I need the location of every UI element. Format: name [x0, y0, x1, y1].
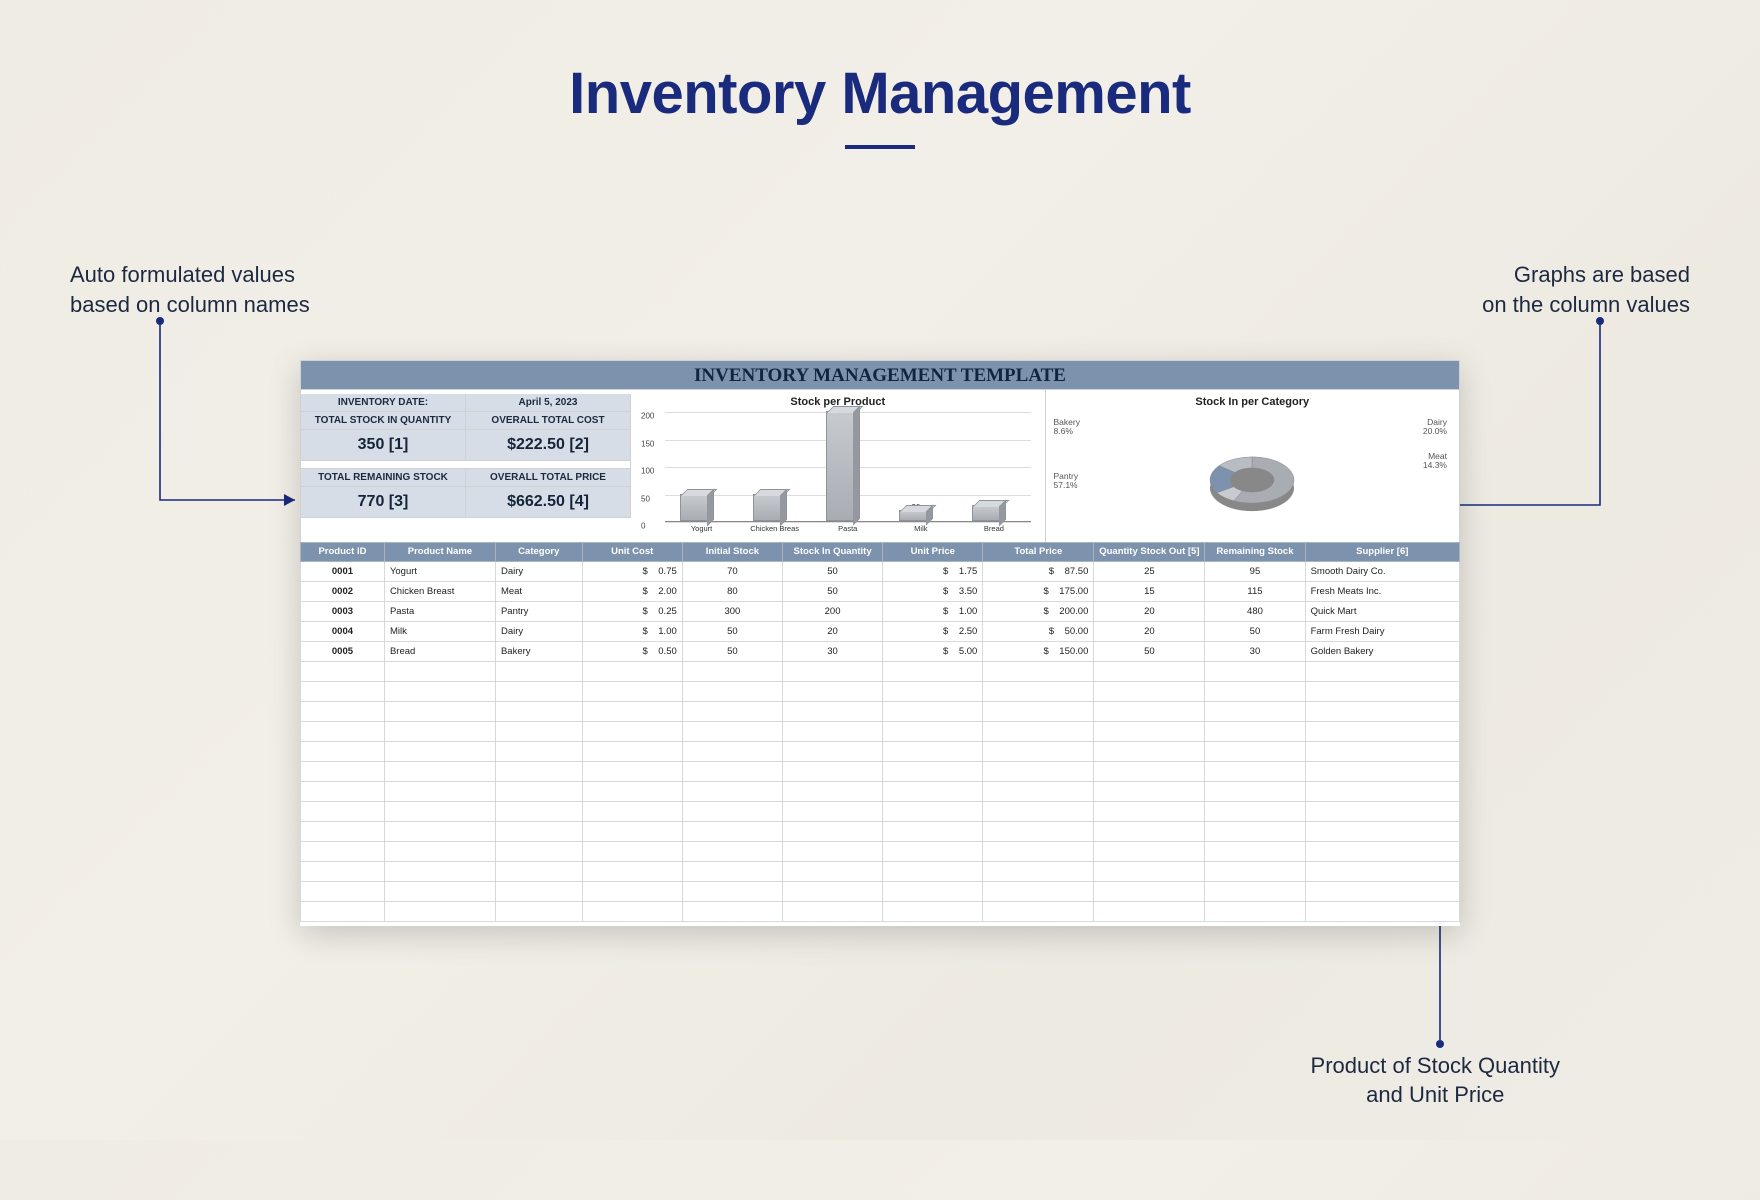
remaining-stock-value: 770 [3] — [301, 487, 466, 518]
annotation-left: Auto formulated valuesbased on column na… — [70, 260, 310, 319]
annotation-right: Graphs are basedon the column values — [1482, 260, 1690, 319]
donut-chart-title: Stock In per Category — [1052, 396, 1454, 408]
bar-chart: Stock per Product 0 50 100 150 200 50 50… — [631, 390, 1046, 542]
table-row[interactable]: 0003PastaPantry $ 0.25300200 $ 1.00$ 200… — [301, 602, 1460, 622]
page-title: Inventory Management — [0, 60, 1760, 127]
table-row-empty[interactable] — [301, 862, 1460, 882]
sheet-banner: INVENTORY MANAGEMENT TEMPLATE — [300, 360, 1460, 390]
col-c8[interactable]: Total Price — [983, 543, 1094, 562]
table-row-empty[interactable] — [301, 782, 1460, 802]
col-c2[interactable]: Product Name — [384, 543, 495, 562]
annotation-bottom: Product of Stock Quantityand Unit Price — [1311, 1051, 1560, 1110]
overall-price-label: OVERALL TOTAL PRICE — [466, 469, 631, 487]
table-row-empty[interactable] — [301, 662, 1460, 682]
stock-in-qty-label: TOTAL STOCK IN QUANTITY — [301, 412, 466, 430]
col-c9[interactable]: Quantity Stock Out [5] — [1094, 543, 1205, 562]
table-row[interactable]: 0001YogurtDairy $ 0.757050 $ 1.75$ 87.50… — [301, 562, 1460, 582]
table-row-empty[interactable] — [301, 702, 1460, 722]
table-row-empty[interactable] — [301, 762, 1460, 782]
table-row-empty[interactable] — [301, 742, 1460, 762]
table-row-empty[interactable] — [301, 822, 1460, 842]
inventory-date-label: INVENTORY DATE: — [301, 394, 466, 412]
table-row[interactable]: 0004MilkDairy $ 1.005020 $ 2.50$ 50.00 2… — [301, 622, 1460, 642]
table-row-empty[interactable] — [301, 682, 1460, 702]
col-c6[interactable]: Stock In Quantity — [782, 543, 882, 562]
table-row[interactable]: 0002Chicken BreastMeat $ 2.008050 $ 3.50… — [301, 582, 1460, 602]
overall-price-value: $662.50 [4] — [466, 487, 631, 518]
col-c1[interactable]: Product ID — [301, 543, 385, 562]
table-row-empty[interactable] — [301, 802, 1460, 822]
donut-chart: Stock In per Category Bakery8.6%Dairy20.… — [1046, 390, 1461, 542]
callout-right — [1430, 315, 1690, 545]
table-row-empty[interactable] — [301, 722, 1460, 742]
col-c4[interactable]: Unit Cost — [582, 543, 682, 562]
spreadsheet-card: INVENTORY MANAGEMENT TEMPLATE INVENTORY … — [300, 360, 1460, 926]
table-row-empty[interactable] — [301, 882, 1460, 902]
stock-in-qty-value: 350 [1] — [301, 430, 466, 461]
col-c7[interactable]: Unit Price — [883, 543, 983, 562]
title-underline — [845, 145, 915, 149]
col-c10[interactable]: Remaining Stock — [1205, 543, 1305, 562]
table-row-empty[interactable] — [301, 902, 1460, 922]
col-c11[interactable]: Supplier [6] — [1305, 543, 1459, 562]
col-c3[interactable]: Category — [495, 543, 582, 562]
table-row-empty[interactable] — [301, 842, 1460, 862]
col-c5[interactable]: Initial Stock — [682, 543, 782, 562]
inventory-date-value: April 5, 2023 — [466, 394, 631, 412]
callout-left — [70, 315, 330, 545]
inventory-table[interactable]: Product IDProduct NameCategoryUnit CostI… — [300, 542, 1460, 922]
overall-cost-value: $222.50 [2] — [466, 430, 631, 461]
table-row[interactable]: 0005BreadBakery $ 0.505030 $ 5.00$ 150.0… — [301, 642, 1460, 662]
summary-block: INVENTORY DATE: April 5, 2023 TOTAL STOC… — [301, 390, 631, 542]
overall-cost-label: OVERALL TOTAL COST — [466, 412, 631, 430]
remaining-stock-label: TOTAL REMAINING STOCK — [301, 469, 466, 487]
